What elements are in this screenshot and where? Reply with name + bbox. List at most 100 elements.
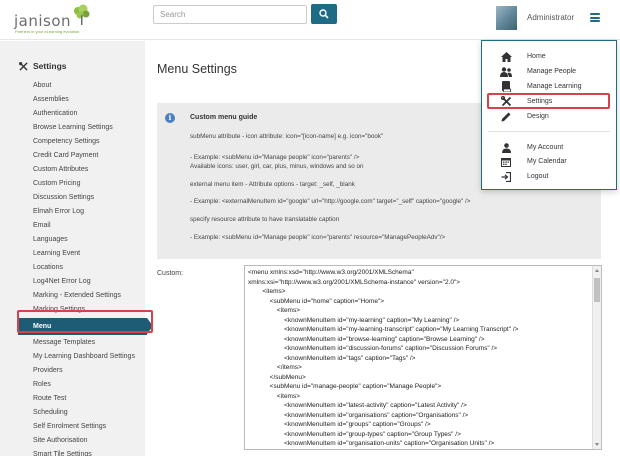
sidebar-title: Settings [33,61,67,71]
guide-line: - Example: <externalMenuItem id="google"… [190,198,471,205]
sidebar-item-marking-settings[interactable]: Marking Settings [0,303,145,317]
user-name[interactable]: Administrator [527,13,574,22]
code-line: <knownMenuItem id="my-learning" caption=… [248,316,460,324]
pencil-icon [500,111,512,123]
code-line: <items> [248,392,301,400]
guide-line: subMenu attribute - icon attribute: icon… [190,133,384,140]
code-line: <items> [248,288,286,295]
custom-label: Custom: [157,270,184,277]
menu-item-design[interactable]: Design [482,109,616,124]
menu-item-label: Logout [527,173,549,180]
scroll-down-icon[interactable] [595,443,599,446]
sidebar-item-locations[interactable]: Locations [0,261,145,275]
sidebar-heading: Settings [19,61,67,71]
guide-line: external menu item - Attribute options -… [190,181,355,188]
menu-item-label: Home [527,53,546,60]
sidebar-item-smart-tile-settings[interactable]: Smart Tile Settings [0,448,145,456]
info-icon: i [165,113,175,123]
menu-item-label: Settings [527,98,553,105]
sidebar-list: About Assemblies Authentication Browse L… [0,79,153,456]
sidebar-item-scheduling[interactable]: Scheduling [0,406,145,420]
menu-divider [488,131,610,132]
menu-item-label: Manage Learning [527,83,582,90]
people-icon [500,66,512,78]
scroll-thumb[interactable] [594,278,600,302]
sidebar-item-roles[interactable]: Roles [0,378,145,392]
sidebar-item-learning-event[interactable]: Learning Event [0,247,145,261]
menu-item-manage-learning[interactable]: Manage Learning [482,79,616,94]
sidebar-item-custom-attributes[interactable]: Custom Attributes [0,163,145,177]
settings-sidebar: Settings About Assemblies Authentication… [0,41,153,456]
sidebar-item-discussion-settings[interactable]: Discussion Settings [0,191,145,205]
sidebar-item-email[interactable]: Email [0,219,145,233]
guide-line: - Example: <subMenu id="Manage people" i… [190,234,446,241]
menu-item-manage-people[interactable]: Manage People [482,64,616,79]
code-line: <knownMenuItem id="organisation-units" c… [248,440,495,447]
menu-item-label: Manage People [527,68,577,75]
code-lines: <menu xmlns:xsd="http://www.w3.org/2001/… [248,268,591,450]
home-icon [500,51,512,63]
menu-item-logout[interactable]: Logout [482,169,616,184]
code-line: <knownMenuItem id="discussion-forums" ca… [248,345,498,352]
search-button[interactable] [311,4,337,24]
sidebar-item-self-enrolment-settings[interactable]: Self Enrolment Settings [0,420,145,434]
code-line: <knownMenuItem id="group-types" caption=… [248,430,461,438]
sidebar-item-authentication[interactable]: Authentication [0,107,145,121]
sidebar-item-languages[interactable]: Languages [0,233,145,247]
code-line: </subMenu> [248,373,306,381]
sidebar-item-menu[interactable]: Menu [18,318,153,335]
custom-menu-xml-textarea[interactable]: <menu xmlns:xsd="http://www.w3.org/2001/… [244,265,602,450]
sidebar-item-credit-card-payment[interactable]: Credit Card Payment [0,149,145,163]
menu-item-my-calendar[interactable]: My Calendar [482,154,616,169]
code-line: <items> [248,307,301,314]
code-line: xmlns:xsi="http://www.w3.org/2001/XMLSch… [248,278,461,286]
logo-tagline: Partners in your eLearning evolution [15,29,80,34]
code-line: <knownMenuItem id="latest-activity" capt… [248,402,467,409]
code-line: <knownMenuItem id="groups" caption="Grou… [248,421,431,428]
sidebar-item-about[interactable]: About [0,79,145,93]
avatar[interactable] [496,6,517,30]
search-input[interactable] [154,6,306,23]
menu-item-label: Design [527,113,549,120]
textarea-scrollbar[interactable] [592,266,601,449]
code-line: <knownMenuItem id="organisations" captio… [248,411,469,419]
hamburger-menu-icon[interactable] [590,13,600,22]
sidebar-item-my-learning-dashboard-settings[interactable]: My Learning Dashboard Settings [0,350,145,364]
book-icon [500,81,512,93]
calendar-icon [500,156,512,168]
search-field[interactable] [153,5,307,24]
main-nav-dropdown: Home Manage People Manage Learning Setti… [481,40,617,190]
user-icon [500,142,512,154]
menu-item-my-account[interactable]: My Account [482,140,616,155]
code-line: <menu xmlns:xsd="http://www.w3.org/2001/… [248,269,414,276]
code-line: <subMenu id="manage-people" caption="Man… [248,383,442,390]
janison-logo[interactable]: janison Partners in your eLearning evolu… [14,4,124,36]
sidebar-item-competency-settings[interactable]: Competency Settings [0,135,145,149]
menu-item-label: My Account [527,144,564,151]
code-line: <knownMenuItem id="positions" caption="P… [248,449,591,450]
menu-item-label: My Calendar [527,158,567,165]
code-line: </items> [248,364,302,371]
sidebar-item-elmah-error-log[interactable]: Elmah Error Log [0,205,145,219]
sidebar-item-custom-pricing[interactable]: Custom Pricing [0,177,145,191]
search-icon [319,9,329,19]
code-line: <knownMenuItem id="tags" caption="Tags" … [248,354,416,362]
tree-logo-icon [74,4,90,25]
sidebar-item-marking-extended-settings[interactable]: Marking - Extended Settings [0,289,145,303]
code-line: <knownMenuItem id="my-learning-transcrip… [248,326,519,333]
guide-title: Custom menu guide [190,114,258,121]
tools-icon [19,61,28,71]
sidebar-item-browse-learning-settings[interactable]: Browse Learning Settings [0,121,145,135]
scroll-up-icon[interactable] [595,269,599,272]
sidebar-item-providers[interactable]: Providers [0,364,145,378]
logout-icon [500,171,512,183]
sidebar-item-message-templates[interactable]: Message Templates [0,336,145,350]
sidebar-item-site-authorisation[interactable]: Site Authorisation [0,434,145,448]
top-header: janison Partners in your eLearning evolu… [0,0,620,40]
guide-line: Available icons: user, girl, car, plus, … [190,163,364,170]
menu-item-home[interactable]: Home [482,49,616,64]
sidebar-item-assemblies[interactable]: Assemblies [0,93,145,107]
menu-item-settings[interactable]: Settings [482,94,616,109]
sidebar-item-route-test[interactable]: Route Test [0,392,145,406]
sidebar-item-log4net-error-log[interactable]: Log4Net Error Log [0,275,145,289]
